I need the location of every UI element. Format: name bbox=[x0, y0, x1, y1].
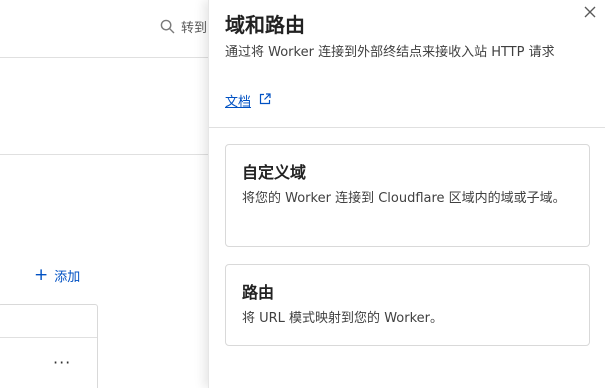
search-bar[interactable]: 转到 bbox=[160, 17, 207, 36]
docs-link[interactable]: 文档 bbox=[225, 91, 271, 110]
close-icon bbox=[584, 3, 596, 22]
option-title: 路由 bbox=[242, 283, 275, 302]
custom-domain-option[interactable]: 自定义域 将您的 Worker 连接到 Cloudflare 区域内的域或子域。 bbox=[225, 144, 590, 247]
domains-routes-panel: 域和路由 通过将 Worker 连接到外部终结点来接收入站 HTTP 请求 文档 bbox=[208, 0, 605, 388]
row-actions-menu-icon[interactable]: ··· bbox=[53, 353, 71, 372]
search-text: 转到 bbox=[181, 21, 208, 36]
option-description: 将 URL 模式映射到您的 Worker。 bbox=[242, 311, 443, 326]
docs-link-label: 文档 bbox=[225, 95, 252, 110]
plus-icon: + bbox=[34, 265, 49, 285]
background-table: ··· bbox=[0, 304, 98, 388]
search-icon bbox=[160, 19, 175, 34]
external-link-icon bbox=[259, 92, 271, 109]
header-divider bbox=[0, 57, 210, 58]
table-header-divider bbox=[0, 337, 97, 338]
option-title: 自定义域 bbox=[242, 163, 307, 182]
add-button[interactable]: + 添加 bbox=[34, 265, 81, 286]
close-button[interactable] bbox=[581, 3, 599, 21]
section-divider bbox=[0, 154, 210, 155]
add-button-label: 添加 bbox=[54, 270, 81, 285]
option-description: 将您的 Worker 连接到 Cloudflare 区域内的域或子域。 bbox=[242, 191, 566, 206]
panel-description: 通过将 Worker 连接到外部终结点来接收入站 HTTP 请求 bbox=[225, 45, 555, 60]
app-root: 转到 + 添加 ··· 域和路由 通过将 Worker 连接到外部终结点来接收入… bbox=[0, 0, 605, 388]
routes-option[interactable]: 路由 将 URL 模式映射到您的 Worker。 bbox=[225, 264, 590, 346]
panel-divider bbox=[209, 127, 605, 128]
panel-title: 域和路由 bbox=[225, 13, 305, 37]
